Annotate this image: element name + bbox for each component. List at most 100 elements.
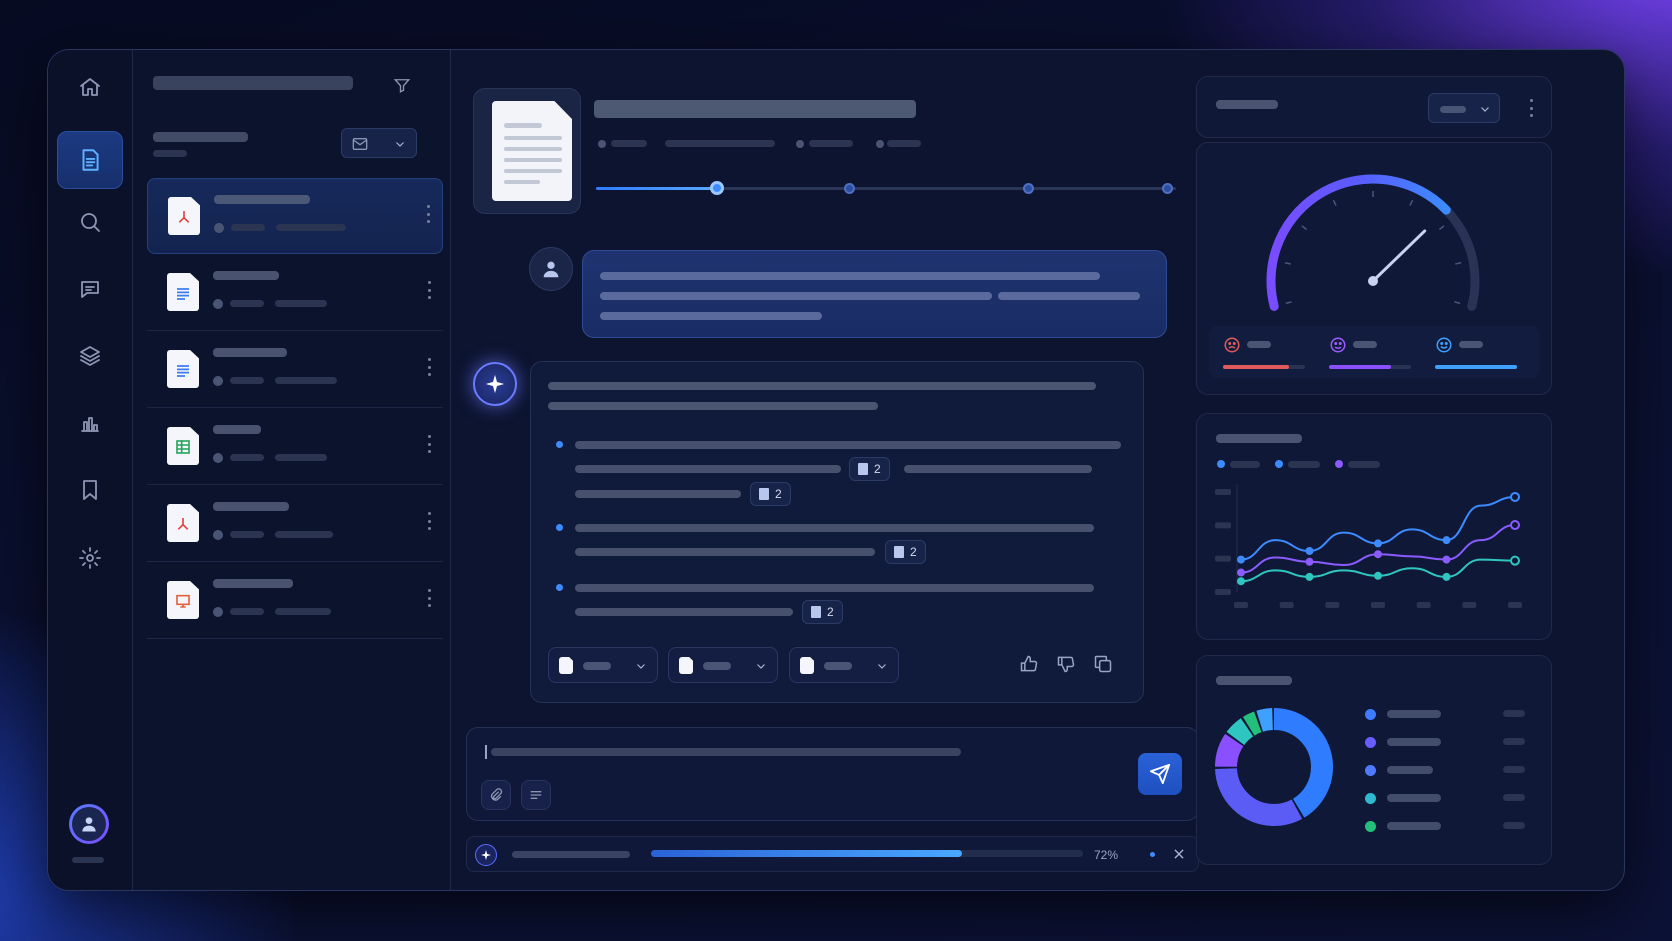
legend-label-placeholder xyxy=(1387,738,1441,746)
document-name-placeholder xyxy=(213,579,293,588)
series-point[interactable] xyxy=(1305,546,1314,555)
message-composer[interactable] xyxy=(466,727,1199,821)
chat-area: 2 2 2 2 72% xyxy=(451,50,1199,890)
sparkle-icon xyxy=(481,850,491,860)
document-meta-placeholder xyxy=(275,531,333,538)
citation-chip[interactable]: 2 xyxy=(802,600,843,624)
x-tick-placeholder xyxy=(1416,602,1431,608)
series-point[interactable] xyxy=(1442,555,1451,564)
series-point[interactable] xyxy=(1305,572,1314,581)
gauge-track xyxy=(1266,174,1480,311)
step-marker[interactable] xyxy=(1023,183,1034,194)
document-page-icon xyxy=(492,101,572,201)
nav-settings[interactable] xyxy=(68,536,112,580)
status-dot xyxy=(214,223,224,233)
document-list-item[interactable] xyxy=(147,178,443,254)
series-point[interactable] xyxy=(1374,539,1382,548)
document-list-item[interactable] xyxy=(147,486,443,562)
document-meta-placeholder xyxy=(276,224,346,231)
more-options-button[interactable] xyxy=(1529,99,1533,117)
gauge-tick xyxy=(1301,225,1308,231)
chevron-down-icon xyxy=(396,142,404,147)
options-button[interactable] xyxy=(521,780,551,810)
nav-search[interactable] xyxy=(68,200,112,244)
series-point[interactable] xyxy=(1237,555,1245,564)
citation-chip[interactable]: 2 xyxy=(849,457,890,481)
attach-button[interactable] xyxy=(481,780,511,810)
source-dropdown[interactable] xyxy=(789,647,899,683)
series-point[interactable] xyxy=(1442,536,1451,545)
citation-chip[interactable]: 2 xyxy=(885,540,926,564)
legend-label-placeholder xyxy=(1387,710,1441,718)
more-options-button[interactable] xyxy=(427,435,431,453)
chevron-down-icon xyxy=(878,664,886,669)
step-marker[interactable] xyxy=(844,183,855,194)
series-point[interactable] xyxy=(1305,557,1314,566)
thumbs-down-button[interactable] xyxy=(1056,654,1076,679)
document-meta-placeholder xyxy=(275,608,331,615)
citation-chip[interactable]: 2 xyxy=(750,482,791,506)
nav-layers[interactable] xyxy=(68,334,112,378)
documents-icon xyxy=(82,149,99,171)
more-options-button[interactable] xyxy=(427,512,431,530)
document-list-item[interactable] xyxy=(147,409,443,485)
document-thumbnail[interactable] xyxy=(473,88,581,214)
send-button[interactable] xyxy=(1138,753,1182,795)
cancel-processing-button[interactable] xyxy=(1172,847,1186,866)
more-options-button[interactable] xyxy=(426,205,430,223)
pdf-icon xyxy=(679,657,693,674)
pdf-icon xyxy=(800,657,814,674)
thumbs-up-button[interactable] xyxy=(1019,654,1039,679)
series-point[interactable] xyxy=(1510,520,1520,531)
series-point[interactable] xyxy=(1237,568,1245,577)
assistant-message-card: 2 2 2 2 xyxy=(530,361,1144,703)
series-point[interactable] xyxy=(1374,550,1382,559)
period-dropdown[interactable] xyxy=(1428,93,1500,123)
document-list-item[interactable] xyxy=(147,332,443,408)
step-marker-current[interactable] xyxy=(710,181,724,195)
series-point[interactable] xyxy=(1442,572,1451,581)
nav-home[interactable] xyxy=(68,65,112,109)
chevron-down-icon xyxy=(637,664,645,669)
user-avatar[interactable] xyxy=(69,804,109,844)
sparkle-icon xyxy=(485,374,505,394)
source-dropdown[interactable] xyxy=(548,647,658,683)
series-point[interactable] xyxy=(1237,577,1245,586)
document-meta-placeholder xyxy=(275,454,327,461)
source-dropdown[interactable] xyxy=(668,647,778,683)
nav-analytics[interactable] xyxy=(68,401,112,445)
sliders-icon xyxy=(530,791,542,799)
more-options-button[interactable] xyxy=(427,589,431,607)
processing-status-bar: 72% xyxy=(466,836,1199,872)
series-point[interactable] xyxy=(1510,555,1520,566)
user-icon xyxy=(82,817,96,832)
gauge-tick xyxy=(1332,199,1337,206)
list-sort-dropdown[interactable] xyxy=(341,128,417,158)
bullet-marker xyxy=(556,584,563,591)
y-tick-placeholder xyxy=(1215,555,1231,562)
series-point[interactable] xyxy=(1374,571,1382,580)
nav-bookmarks[interactable] xyxy=(68,468,112,512)
nav-documents[interactable] xyxy=(57,131,123,189)
document-icon xyxy=(858,463,868,475)
doc-file-icon xyxy=(167,350,199,388)
gauge-tick xyxy=(1454,301,1461,305)
text-cursor xyxy=(485,745,487,759)
more-options-button[interactable] xyxy=(427,358,431,376)
document-name-placeholder xyxy=(213,502,289,511)
more-options-button[interactable] xyxy=(427,281,431,299)
search-icon xyxy=(81,213,100,232)
copy-button[interactable] xyxy=(1093,654,1113,679)
document-meta-placeholder xyxy=(230,454,264,461)
filter-button[interactable] xyxy=(393,76,411,99)
nav-chat[interactable] xyxy=(68,267,112,311)
document-list-item[interactable] xyxy=(147,255,443,331)
step-marker[interactable] xyxy=(1162,183,1173,194)
composer-input-placeholder[interactable] xyxy=(491,748,961,756)
home-icon xyxy=(80,78,100,96)
series-point[interactable] xyxy=(1510,491,1520,502)
pdf-file-icon xyxy=(168,197,200,235)
document-list-item[interactable] xyxy=(147,563,443,639)
status-dot xyxy=(213,453,223,463)
sad-face-icon xyxy=(1223,336,1241,359)
